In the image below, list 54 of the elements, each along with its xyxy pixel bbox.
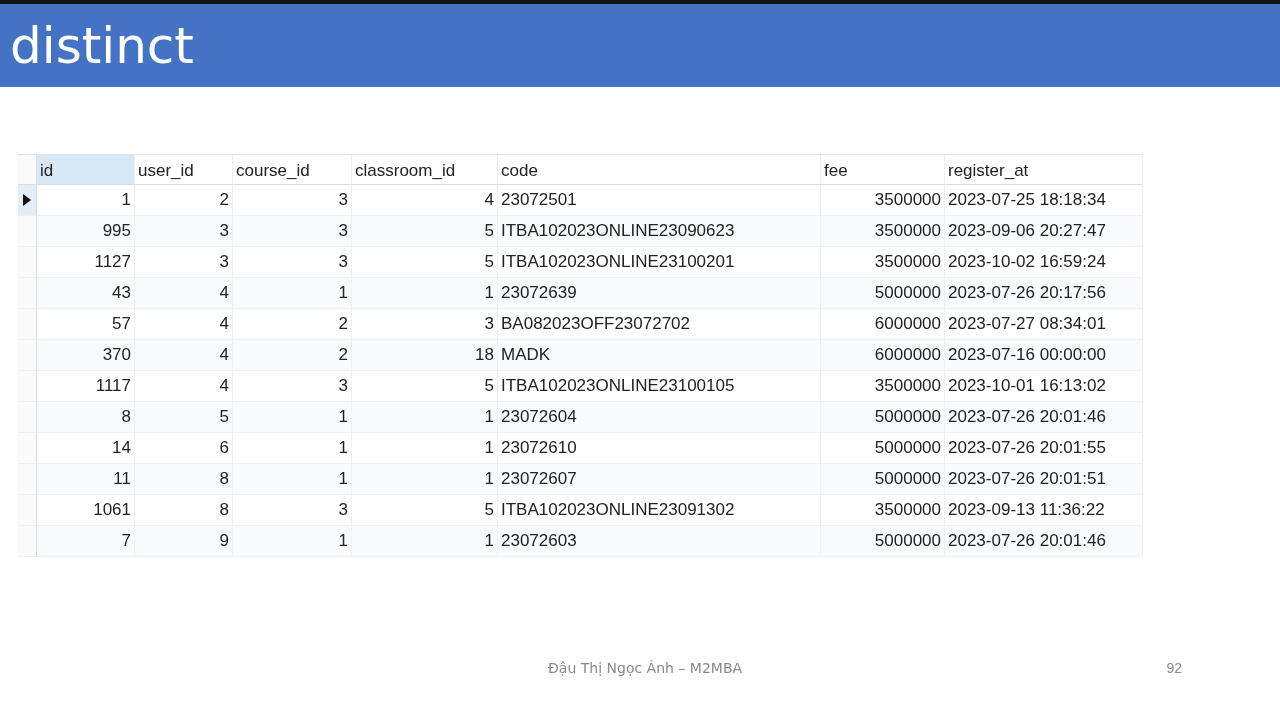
table-cell: ITBA102023ONLINE23090623 [498,216,821,247]
column-header[interactable]: id [37,155,135,185]
table-cell: 9 [135,526,233,557]
table-cell: 23072603 [498,526,821,557]
table-cell: 1 [233,464,352,495]
column-header[interactable]: user_id [135,155,233,185]
table-cell: 8 [135,464,233,495]
table-cell: 23072639 [498,278,821,309]
table-cell: 995 [37,216,135,247]
table-cell: 2023-07-26 20:01:46 [945,526,1143,557]
column-header[interactable]: classroom_id [352,155,498,185]
table-cell: 3500000 [821,216,945,247]
table-cell: 1 [352,464,498,495]
table-cell: 5 [352,216,498,247]
table-cell: 3 [233,216,352,247]
table-cell: 1 [233,402,352,433]
table-cell: 2023-07-26 20:17:56 [945,278,1143,309]
table-cell: 1 [233,278,352,309]
table-cell: 5000000 [821,526,945,557]
table-cell: 23072604 [498,402,821,433]
table-cell: 2023-07-26 20:01:51 [945,464,1143,495]
table-cell: 4 [135,278,233,309]
table-cell: 1 [352,402,498,433]
table-cell: 2023-07-16 00:00:00 [945,340,1143,371]
page-number: 92 [1166,660,1182,676]
table-cell: MADK [498,340,821,371]
table-cell: 18 [352,340,498,371]
table-cell: 11 [37,464,135,495]
table-cell: 7 [37,526,135,557]
table-cell: 6000000 [821,340,945,371]
column-header[interactable]: course_id [233,155,352,185]
column-header[interactable]: code [498,155,821,185]
table-cell: 2023-07-26 20:01:46 [945,402,1143,433]
footer-text: Đậu Thị Ngọc Ánh – M2MBA [548,660,743,676]
table-cell: 5 [135,402,233,433]
table-cell: 8 [37,402,135,433]
column-header[interactable]: fee [821,155,945,185]
table-cell: 1 [352,526,498,557]
table-cell: 3 [135,216,233,247]
table-cell: 370 [37,340,135,371]
table-cell: 5000000 [821,402,945,433]
table-cell: 5000000 [821,278,945,309]
current-row-icon [23,194,31,206]
table-cell: 2023-09-06 20:27:47 [945,216,1143,247]
table-cell: 43 [37,278,135,309]
slide-title: distinct [10,16,194,75]
column-header[interactable]: register_at [945,155,1143,185]
table-cell: 4 [135,340,233,371]
table-cell: 1 [233,526,352,557]
table-cell: 2 [233,340,352,371]
row-header[interactable] [18,185,37,216]
table-cell: 5000000 [821,464,945,495]
table-cell: 23072607 [498,464,821,495]
table-cell: 1 [352,278,498,309]
